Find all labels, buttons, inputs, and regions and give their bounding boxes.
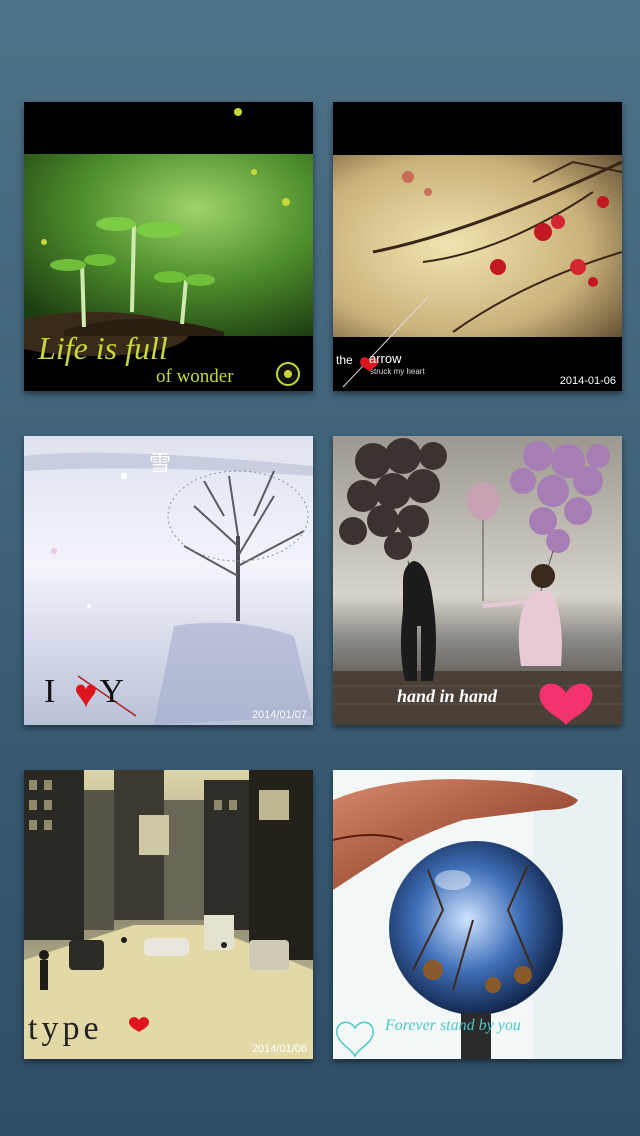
caption-hand-in-hand: hand in hand [397,686,498,706]
card-life-is-full-of-wonder[interactable]: Life is full of wonder [24,102,313,391]
caption-i-y: IY [44,673,168,711]
card-date: 2014-01-06 [559,375,616,387]
card-type[interactable]: type 2014/01/06 [24,770,313,1059]
caption-subtitle: struck my heart [370,367,425,376]
crystal-ball-image [333,770,622,1059]
svg-text:雪: 雪 [149,451,171,476]
balloons-image [333,436,622,725]
card-hand-in-hand[interactable]: hand in hand [333,436,622,725]
blossom-branch-image [333,155,622,388]
heart-icon: ♥ [74,672,98,716]
card-date: 2014/01/06 [251,1043,307,1055]
caption-line-1: Life is full [38,330,168,366]
caption-line-2: of wonder [156,366,234,387]
card-forever-stand-by-you[interactable]: Forever stand by you [333,770,622,1059]
card-the-arrow[interactable]: the arrow struck my heart 2014-01-06 [333,102,622,391]
caption-the: the [336,353,353,367]
caption-arrow: arrow [369,351,402,366]
caption-type: type [28,1010,103,1047]
card-i-love-y[interactable]: 雪 IY ♥ 2014/01/07 [24,436,313,725]
card-date: 2014/01/07 [251,709,307,721]
caption-y: Y [99,673,168,710]
caption-forever-stand-by-you: Forever stand by you [385,1017,521,1034]
